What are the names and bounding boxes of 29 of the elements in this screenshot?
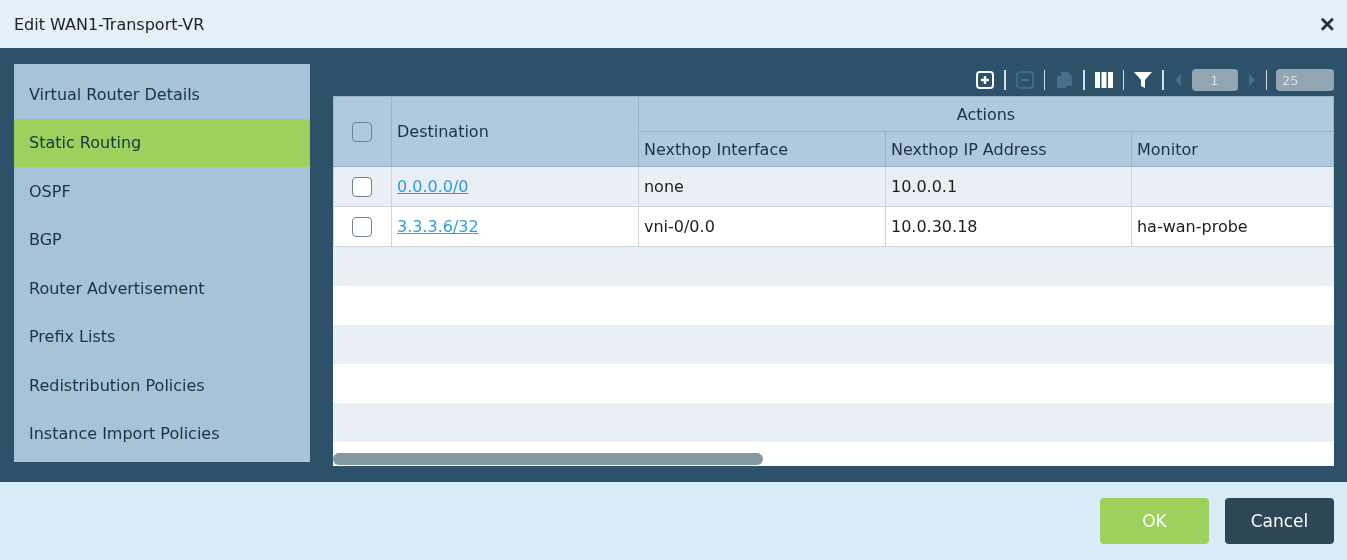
column-header[interactable]: Nexthop IP Address — [885, 131, 1132, 167]
sidebar-item[interactable]: Virtual Router Details — [14, 70, 310, 119]
close-button[interactable]: × — [1315, 11, 1339, 37]
sidebar-item[interactable]: Instance Import Policies — [14, 409, 310, 458]
table-cell: ha-wan-probe — [1136, 217, 1248, 236]
sidebar-item[interactable]: OSPF — [14, 167, 310, 216]
sidebar-item[interactable]: Prefix Lists — [14, 312, 310, 361]
columns-icon[interactable] — [1093, 70, 1114, 90]
add-icon[interactable] — [975, 70, 995, 90]
sidebar-item[interactable]: Static Routing — [14, 118, 310, 167]
row-checkbox[interactable] — [352, 176, 373, 197]
sidebar-item[interactable]: Router Advertisement — [14, 264, 310, 313]
column-header[interactable]: Destination — [391, 96, 639, 167]
scrollbar-thumb[interactable] — [332, 453, 763, 465]
filter-icon[interactable] — [1133, 70, 1153, 90]
window-title: Edit WAN1-Transport-VR — [14, 14, 205, 34]
column-group-header: Actions — [638, 96, 1334, 132]
sidebar-item[interactable]: Redistribution Policies — [14, 361, 310, 410]
cancel-button[interactable]: Cancel — [1225, 498, 1334, 544]
table-cell: none — [638, 166, 886, 207]
table-cell: vni-0/0.0 — [638, 206, 886, 247]
column-header[interactable]: Monitor — [1131, 131, 1334, 167]
sidebar-item[interactable]: BGP — [14, 215, 310, 264]
select-all-checkbox[interactable] — [352, 121, 373, 142]
next-page-icon[interactable] — [1246, 72, 1257, 88]
table-cell: 10.0.0.1 — [885, 166, 1132, 207]
column-header[interactable]: Nexthop Interface — [638, 131, 886, 167]
row-checkbox[interactable] — [352, 216, 373, 237]
table-cell: 10.0.30.18 — [885, 206, 1132, 247]
